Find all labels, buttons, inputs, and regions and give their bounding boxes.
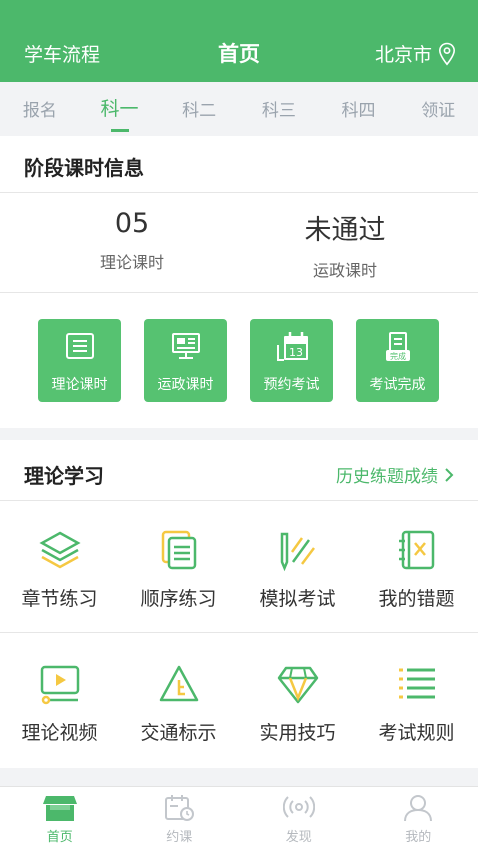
tabbar-home-label: 首页 <box>46 830 73 845</box>
schedule-icon <box>165 795 195 821</box>
mock-exam-item[interactable]: 模拟考试 <box>238 528 357 611</box>
list-icon <box>398 668 435 699</box>
top-nav-bar: 学车流程 首页 北京市 <box>0 0 478 82</box>
practical-tips-label: 实用技巧 <box>259 722 336 744</box>
exam-rules-label: 考试规则 <box>378 722 455 744</box>
certificate-icon: 完成 <box>386 332 410 361</box>
subject-tabs: 报名 科一 科二 科三 科四 领证 <box>0 82 478 132</box>
sequential-practice-label: 顺序练习 <box>140 588 217 610</box>
broadcast-icon <box>282 796 315 818</box>
layers-icon <box>38 531 81 569</box>
chevron-right-icon <box>445 467 454 482</box>
tabbar-schedule-label: 约课 <box>166 830 193 845</box>
book-exam-button[interactable]: 13 预约考试 <box>250 319 333 402</box>
tabbar-discover-label: 发现 <box>285 830 312 845</box>
diamond-icon <box>277 666 318 704</box>
tabbar-home[interactable]: 首页 <box>0 787 120 850</box>
theory-hours-button[interactable]: 理论课时 <box>38 319 121 402</box>
monitor-icon <box>172 333 200 359</box>
theory-hours-button-label: 理论课时 <box>51 377 108 393</box>
history-scores-label: 历史练题成绩 <box>336 467 438 487</box>
transport-hours-button[interactable]: 运政课时 <box>144 319 227 402</box>
theory-study-card: 理论学习 历史练题成绩 章节练习 顺序练习 模拟考试 我的错题 理论视频 交通标… <box>0 440 478 768</box>
traffic-sign-icon <box>159 665 198 702</box>
stage-hours-title: 阶段课时信息 <box>24 156 144 180</box>
divider <box>0 292 478 293</box>
tabbar-discover[interactable]: 发现 <box>239 787 359 850</box>
divider <box>0 192 478 193</box>
my-mistakes-label: 我的错题 <box>378 588 455 610</box>
tab-register[interactable]: 报名 <box>0 82 80 132</box>
city-selector[interactable]: 北京市 <box>375 40 456 67</box>
history-scores-link[interactable]: 历史练题成绩 <box>336 462 454 487</box>
tabbar-schedule[interactable]: 约课 <box>120 787 240 850</box>
tab-subject-one[interactable]: 科一 <box>80 82 160 132</box>
my-mistakes-item[interactable]: 我的错题 <box>357 528 476 611</box>
divider <box>0 500 478 501</box>
wrong-book-icon <box>398 530 434 570</box>
chapter-practice-item[interactable]: 章节练习 <box>0 528 119 611</box>
tab-subject-two[interactable]: 科二 <box>159 82 239 132</box>
transport-hours-label: 运政课时 <box>312 261 377 280</box>
complete-badge: 完成 <box>390 351 406 361</box>
notes-icon <box>161 530 196 570</box>
mock-exam-label: 模拟考试 <box>259 588 336 610</box>
calendar-icon: 13 <box>277 332 308 361</box>
location-pin-icon <box>438 42 456 65</box>
stage-hours-card: 阶段课时信息 05 理论课时 未通过 运政课时 理论课时 运政课时 13 预约考… <box>0 136 478 428</box>
transport-hours-value: 未通过 <box>304 215 386 246</box>
theory-hours-value: 05 <box>114 208 150 239</box>
theory-study-title: 理论学习 <box>24 464 104 488</box>
theory-hours-stat: 05 理论课时 <box>32 208 232 273</box>
tab-subject-three[interactable]: 科三 <box>239 82 319 132</box>
tabbar-profile[interactable]: 我的 <box>359 787 478 850</box>
exam-complete-button-label: 考试完成 <box>369 377 426 393</box>
exam-rules-item[interactable]: 考试规则 <box>357 662 476 745</box>
sequential-practice-item[interactable]: 顺序练习 <box>119 528 238 611</box>
exam-complete-button[interactable]: 完成 考试完成 <box>356 319 439 402</box>
divider <box>0 632 478 633</box>
book-icon <box>66 333 94 359</box>
bottom-tab-bar: 首页 约课 发现 我的 <box>0 786 478 850</box>
tab-license[interactable]: 领证 <box>398 82 478 132</box>
transport-hours-button-label: 运政课时 <box>157 377 214 393</box>
transport-hours-stat: 未通过 运政课时 <box>245 208 445 281</box>
calendar-badge: 13 <box>289 346 303 359</box>
user-icon <box>404 795 433 822</box>
store-icon <box>42 796 77 821</box>
theory-video-item[interactable]: 理论视频 <box>0 662 119 745</box>
traffic-signs-item[interactable]: 交通标示 <box>119 662 238 745</box>
tabbar-profile-label: 我的 <box>405 830 432 845</box>
tab-subject-four[interactable]: 科四 <box>319 82 399 132</box>
book-exam-button-label: 预约考试 <box>263 377 320 393</box>
video-icon <box>40 665 79 705</box>
practical-tips-item[interactable]: 实用技巧 <box>238 662 357 745</box>
pencil-icon <box>280 532 315 572</box>
theory-hours-label: 理论课时 <box>99 253 164 272</box>
traffic-signs-label: 交通标示 <box>140 722 217 744</box>
chapter-practice-label: 章节练习 <box>21 588 98 610</box>
theory-video-label: 理论视频 <box>21 722 98 744</box>
city-label: 北京市 <box>374 44 432 66</box>
